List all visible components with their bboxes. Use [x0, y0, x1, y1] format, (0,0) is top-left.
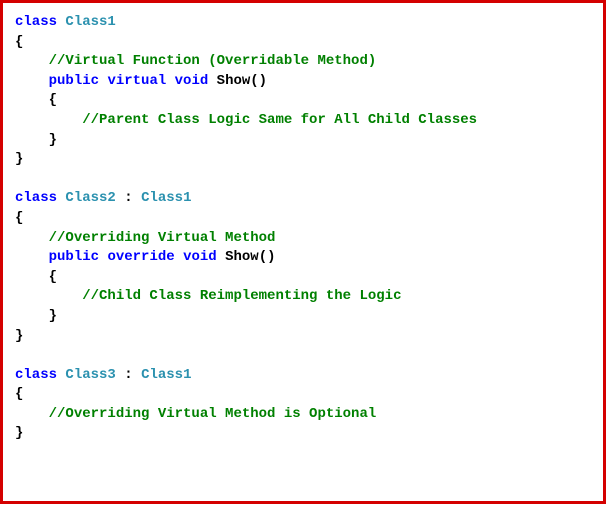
base-class: Class1	[141, 190, 191, 206]
code-line: //Child Class Reimplementing the Logic	[15, 287, 591, 307]
code-line: {	[15, 91, 591, 111]
brace-open: {	[15, 210, 23, 226]
brace-open: {	[49, 269, 57, 285]
code-block: class Class1 { //Virtual Function (Overr…	[0, 0, 606, 504]
code-line: class Class3 : Class1	[15, 366, 591, 386]
comment: //Child Class Reimplementing the Logic	[82, 288, 401, 304]
class-name: Class1	[65, 14, 115, 30]
keyword-virtual: virtual	[107, 73, 166, 89]
code-line: }	[15, 307, 591, 327]
code-line: class Class2 : Class1	[15, 189, 591, 209]
code-line: }	[15, 327, 591, 347]
keyword-class: class	[15, 14, 57, 30]
base-class: Class1	[141, 367, 191, 383]
comment: //Overriding Virtual Method is Optional	[49, 406, 377, 422]
code-line: public override void Show()	[15, 248, 591, 268]
brace-open: {	[15, 34, 23, 50]
keyword-void: void	[175, 73, 209, 89]
brace-close: }	[15, 151, 23, 167]
code-line: //Parent Class Logic Same for All Child …	[15, 111, 591, 131]
code-line: class Class1	[15, 13, 591, 33]
colon: :	[116, 367, 141, 383]
keyword-void: void	[183, 249, 217, 265]
code-line: //Overriding Virtual Method	[15, 229, 591, 249]
code-line: {	[15, 33, 591, 53]
class-name: Class3	[65, 367, 115, 383]
code-line: {	[15, 209, 591, 229]
keyword-class: class	[15, 367, 57, 383]
comment: //Overriding Virtual Method	[49, 230, 276, 246]
class-name: Class2	[65, 190, 115, 206]
blank-line	[15, 346, 591, 366]
colon: :	[116, 190, 141, 206]
code-line: //Virtual Function (Overridable Method)	[15, 52, 591, 72]
brace-close: }	[15, 425, 23, 441]
code-line: {	[15, 385, 591, 405]
code-line: public virtual void Show()	[15, 72, 591, 92]
parens: ()	[259, 249, 276, 265]
code-line: {	[15, 268, 591, 288]
keyword-public: public	[49, 249, 99, 265]
keyword-public: public	[49, 73, 99, 89]
brace-close: }	[15, 328, 23, 344]
comment: //Parent Class Logic Same for All Child …	[82, 112, 477, 128]
method-name: Show	[217, 73, 251, 89]
comment: //Virtual Function (Overridable Method)	[49, 53, 377, 69]
blank-line	[15, 170, 591, 190]
code-line: }	[15, 424, 591, 444]
code-line: //Overriding Virtual Method is Optional	[15, 405, 591, 425]
brace-close: }	[49, 308, 57, 324]
brace-close: }	[49, 132, 57, 148]
keyword-class: class	[15, 190, 57, 206]
brace-open: {	[15, 386, 23, 402]
code-line: }	[15, 150, 591, 170]
parens: ()	[250, 73, 267, 89]
brace-open: {	[49, 92, 57, 108]
code-line: }	[15, 131, 591, 151]
keyword-override: override	[107, 249, 174, 265]
method-name: Show	[225, 249, 259, 265]
